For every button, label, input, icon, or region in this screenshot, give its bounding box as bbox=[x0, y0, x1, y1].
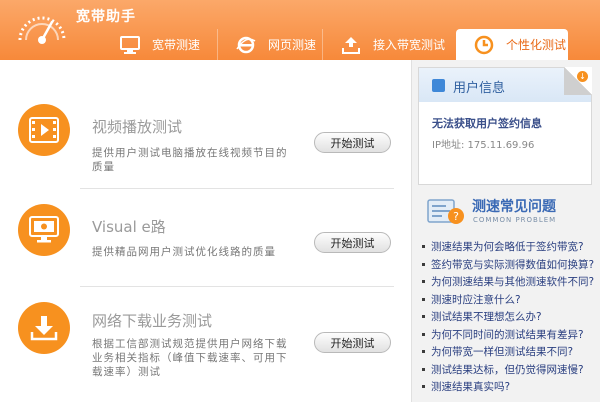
faq-link[interactable]: 测试结果达标，但仍觉得网速慢? bbox=[422, 361, 600, 379]
svg-text:?: ? bbox=[453, 210, 459, 223]
app-title: 宽带助手 bbox=[76, 9, 136, 25]
test-description: 提供精品网用户测试优化线路的质量 bbox=[92, 246, 276, 258]
tab-label: 个性化测试 bbox=[506, 38, 567, 52]
bullet-icon bbox=[422, 262, 425, 266]
speedometer-logo-icon bbox=[18, 16, 66, 44]
user-info-message: 无法获取用户签约信息 bbox=[432, 117, 542, 130]
tab-label: 接入带宽测试 bbox=[373, 38, 446, 52]
test-item-visual-route: Visual e路 提供精品网用户测试优化线路的质量 开始测试 bbox=[0, 188, 412, 288]
ie-browser-icon bbox=[236, 35, 256, 55]
upload-icon bbox=[341, 35, 361, 55]
download-badge-icon[interactable]: ↓ bbox=[577, 71, 588, 82]
faq-list: 测速结果为何会略低于签约带宽? 签约带宽与实际测得数值如何换算? 为何测速结果与… bbox=[422, 238, 600, 396]
header-bar: 宽带助手 宽带测速 网页测速 接入带宽测试 个性化测试 bbox=[0, 0, 600, 60]
start-test-button[interactable]: 开始测试 bbox=[314, 332, 391, 353]
test-title: Visual e路 bbox=[92, 218, 166, 236]
faq-help-icon: ? bbox=[427, 199, 464, 224]
clock-icon bbox=[474, 35, 494, 55]
tab-label: 宽带测速 bbox=[152, 38, 201, 52]
monitor-route-icon bbox=[18, 204, 70, 256]
test-description: 根据工信部测试规范提供用户网络下载业务相关指标（峰值下载速率、可用下载速率）测试 bbox=[92, 338, 288, 378]
user-info-card: 用户信息 ↓ 无法获取用户签约信息 IP地址: 175.11.69.96 bbox=[418, 67, 592, 185]
bullet-icon bbox=[422, 297, 425, 301]
test-list: 视频播放测试 提供用户测试电脑播放在线视频节目的质量 开始测试 Visual e… bbox=[0, 60, 412, 402]
faq-header: ? 测速常见问题 COMMON PROBLEM bbox=[426, 192, 596, 234]
page-curl-corner: ↓ bbox=[564, 67, 592, 95]
faq-link[interactable]: 测速结果为何会略低于签约带宽? bbox=[422, 238, 600, 256]
monitor-icon bbox=[120, 35, 140, 55]
faq-link[interactable]: 测速结果真实吗? bbox=[422, 378, 600, 396]
bullet-icon bbox=[422, 245, 425, 249]
faq-title: 测速常见问题 bbox=[472, 199, 556, 215]
video-play-icon bbox=[18, 104, 70, 156]
user-info-title: 用户信息 bbox=[453, 81, 506, 96]
start-test-button[interactable]: 开始测试 bbox=[314, 232, 391, 253]
user-info-icon bbox=[432, 79, 445, 92]
bullet-icon bbox=[422, 350, 425, 354]
start-test-button[interactable]: 开始测试 bbox=[314, 132, 391, 153]
bullet-icon bbox=[422, 367, 425, 371]
faq-link[interactable]: 为何测速结果与其他测速软件不同? bbox=[422, 273, 600, 291]
test-title: 视频播放测试 bbox=[92, 118, 183, 136]
bullet-icon bbox=[422, 280, 425, 284]
bullet-icon bbox=[422, 332, 425, 336]
tab-access-bandwidth[interactable]: 接入带宽测试 bbox=[323, 29, 456, 60]
tab-label: 网页测速 bbox=[268, 38, 317, 52]
test-item-download: 网络下载业务测试 根据工信部测试规范提供用户网络下载业务相关指标（峰值下载速率、… bbox=[0, 286, 412, 386]
ip-address: IP地址: 175.11.69.96 bbox=[432, 140, 535, 151]
faq-subtitle: COMMON PROBLEM bbox=[473, 216, 557, 224]
download-icon bbox=[18, 302, 70, 354]
faq-link[interactable]: 测试结果不理想怎么办? bbox=[422, 308, 600, 326]
test-item-video: 视频播放测试 提供用户测试电脑播放在线视频节目的质量 开始测试 bbox=[0, 86, 412, 186]
right-panel: 用户信息 ↓ 无法获取用户签约信息 IP地址: 175.11.69.96 ? 测… bbox=[411, 60, 600, 402]
faq-link[interactable]: 测速时应注意什么? bbox=[422, 291, 600, 309]
faq-link[interactable]: 签约带宽与实际测得数值如何换算? bbox=[422, 256, 600, 274]
test-title: 网络下载业务测试 bbox=[92, 312, 213, 330]
tab-webpage-speed[interactable]: 网页测速 bbox=[218, 29, 322, 60]
tab-personalized[interactable]: 个性化测试 bbox=[456, 29, 568, 60]
bullet-icon bbox=[422, 315, 425, 319]
faq-link[interactable]: 为何不同时间的测试结果有差异? bbox=[422, 326, 600, 344]
tab-broadband-speed[interactable]: 宽带测速 bbox=[102, 29, 217, 60]
faq-link[interactable]: 为何带宽一样但测试结果不同? bbox=[422, 343, 600, 361]
test-description: 提供用户测试电脑播放在线视频节目的质量 bbox=[92, 147, 288, 173]
main-tabs: 宽带测速 网页测速 接入带宽测试 个性化测试 bbox=[102, 29, 568, 60]
bullet-icon bbox=[422, 385, 425, 389]
